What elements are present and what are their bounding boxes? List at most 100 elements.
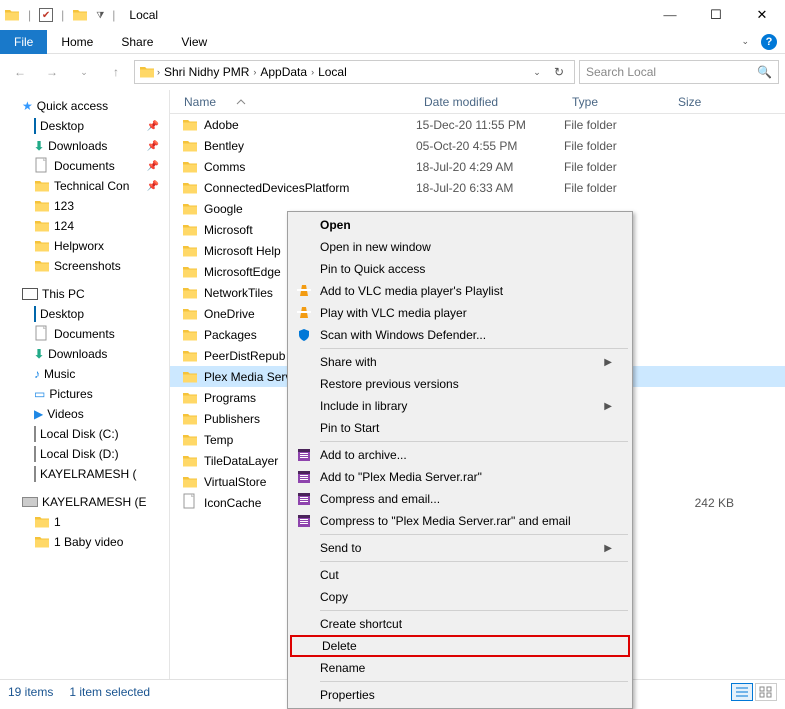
file-row[interactable]: ConnectedDevicesPlatform18-Jul-20 6:33 A… <box>170 177 785 198</box>
ctx-pin-quick-access[interactable]: Pin to Quick access <box>290 258 630 280</box>
ctx-open[interactable]: Open <box>290 214 630 236</box>
sidebar-item[interactable]: KAYELRAMESH ( <box>0 464 169 484</box>
nav-tree: ★ Quick access Desktop📌⬇Downloads📌Docume… <box>0 90 170 679</box>
close-button[interactable]: ✕ <box>739 0 785 30</box>
checkbox-icon[interactable]: ✔ <box>39 8 53 22</box>
tab-share[interactable]: Share <box>107 30 167 54</box>
ctx-open-new-window[interactable]: Open in new window <box>290 236 630 258</box>
dropdown-icon[interactable]: ⧩ <box>96 10 104 21</box>
drive-node[interactable]: KAYELRAMESH (E <box>0 492 169 512</box>
ctx-send-to[interactable]: Send to▶ <box>290 537 630 559</box>
back-button[interactable]: ← <box>6 58 34 86</box>
vlc-icon <box>296 305 312 321</box>
chevron-right-icon[interactable]: › <box>311 67 314 77</box>
file-tab[interactable]: File <box>0 30 47 54</box>
ribbon: File Home Share View ⌄ ? <box>0 30 785 54</box>
sidebar-item[interactable]: Local Disk (D:) <box>0 444 169 464</box>
file-date: 18-Jul-20 6:33 AM <box>416 181 564 195</box>
col-name[interactable]: Name <box>170 90 416 113</box>
chevron-right-icon: ▶ <box>604 357 612 368</box>
sidebar-item[interactable]: ⬇Downloads📌 <box>0 136 169 156</box>
dropdown-icon[interactable]: ⌄ <box>526 61 548 83</box>
ctx-rename[interactable]: Rename <box>290 657 630 679</box>
breadcrumb-seg[interactable]: Shri Nidhy PMR <box>162 65 251 79</box>
minimize-button[interactable]: — <box>647 0 693 30</box>
sidebar-item-label: Screenshots <box>54 259 121 273</box>
selection-count: 1 item selected <box>69 685 150 699</box>
sidebar-item[interactable]: ▭Pictures <box>0 384 169 404</box>
sidebar-item[interactable]: Screenshots <box>0 256 169 276</box>
ctx-pin-start[interactable]: Pin to Start <box>290 417 630 439</box>
file-date: 15-Dec-20 11:55 PM <box>416 118 564 132</box>
file-row[interactable]: Comms18-Jul-20 4:29 AMFile folder <box>170 156 785 177</box>
recent-button[interactable]: ⌄ <box>70 58 98 86</box>
ctx-delete[interactable]: Delete <box>290 635 630 657</box>
help-icon[interactable]: ? <box>761 34 777 50</box>
breadcrumb-seg[interactable]: AppData <box>258 65 309 79</box>
file-icon <box>182 493 198 512</box>
sidebar-item[interactable]: Local Disk (C:) <box>0 424 169 444</box>
file-row[interactable]: Adobe15-Dec-20 11:55 PMFile folder <box>170 114 785 135</box>
file-type: File folder <box>564 139 670 153</box>
item-count: 19 items <box>8 685 53 699</box>
expand-ribbon-icon[interactable]: ⌄ <box>741 36 749 47</box>
drive-icon <box>34 427 36 441</box>
ctx-add-rar[interactable]: Add to "Plex Media Server.rar" <box>290 466 630 488</box>
col-date[interactable]: Date modified <box>416 90 564 113</box>
tab-home[interactable]: Home <box>47 30 107 54</box>
icons-view-button[interactable] <box>755 683 777 701</box>
sidebar-item[interactable]: 124 <box>0 216 169 236</box>
up-button[interactable]: ↑ <box>102 58 130 86</box>
ctx-vlc-play[interactable]: Play with VLC media player <box>290 302 630 324</box>
sidebar-item[interactable]: Desktop <box>0 304 169 324</box>
separator <box>320 681 628 682</box>
ctx-compress-rar-email[interactable]: Compress to "Plex Media Server.rar" and … <box>290 510 630 532</box>
breadcrumb-seg[interactable]: Local <box>316 65 349 79</box>
ctx-add-archive[interactable]: Add to archive... <box>290 444 630 466</box>
sidebar-item[interactable]: ⬇Downloads <box>0 344 169 364</box>
file-row[interactable]: Bentley05-Oct-20 4:55 PMFile folder <box>170 135 785 156</box>
sidebar-item[interactable]: 123 <box>0 196 169 216</box>
search-icon[interactable]: 🔍 <box>757 65 772 79</box>
ctx-vlc-playlist[interactable]: Add to VLC media player's Playlist <box>290 280 630 302</box>
sidebar-item[interactable]: Technical Con📌 <box>0 176 169 196</box>
file-name: IconCache <box>204 496 261 510</box>
quick-access-node[interactable]: ★ Quick access <box>0 96 169 116</box>
forward-button[interactable]: → <box>38 58 66 86</box>
sidebar-item-label: KAYELRAMESH ( <box>40 467 136 481</box>
winrar-icon <box>296 491 312 507</box>
sidebar-item[interactable]: ▶Videos <box>0 404 169 424</box>
this-pc-node[interactable]: This PC <box>0 284 169 304</box>
sidebar-item[interactable]: Documents📌 <box>0 156 169 176</box>
ctx-compress-email[interactable]: Compress and email... <box>290 488 630 510</box>
sidebar-item[interactable]: ♪Music <box>0 364 169 384</box>
sidebar-item[interactable]: 1 <box>0 512 169 532</box>
details-view-button[interactable] <box>731 683 753 701</box>
sidebar-item[interactable]: Helpworx <box>0 236 169 256</box>
chevron-right-icon[interactable]: › <box>157 67 160 77</box>
sidebar-item-label: Local Disk (D:) <box>40 447 119 461</box>
col-size[interactable]: Size <box>670 90 740 113</box>
sidebar-item-label: 1 <box>54 515 61 529</box>
folder-icon <box>34 218 50 234</box>
ctx-windows-defender[interactable]: Scan with Windows Defender... <box>290 324 630 346</box>
col-type[interactable]: Type <box>564 90 670 113</box>
ctx-restore-versions[interactable]: Restore previous versions <box>290 373 630 395</box>
sidebar-item[interactable]: Documents <box>0 324 169 344</box>
ctx-create-shortcut[interactable]: Create shortcut <box>290 613 630 635</box>
file-name: OneDrive <box>204 307 255 321</box>
folder-icon <box>182 138 198 154</box>
sidebar-item[interactable]: 1 Baby video <box>0 532 169 552</box>
chevron-right-icon[interactable]: › <box>253 67 256 77</box>
file-type: File folder <box>564 118 670 132</box>
ctx-include-library[interactable]: Include in library▶ <box>290 395 630 417</box>
sidebar-item[interactable]: Desktop📌 <box>0 116 169 136</box>
refresh-icon[interactable]: ↻ <box>548 61 570 83</box>
search-input[interactable]: Search Local 🔍 <box>579 60 779 84</box>
tab-view[interactable]: View <box>167 30 221 54</box>
ctx-copy[interactable]: Copy <box>290 586 630 608</box>
maximize-button[interactable]: ☐ <box>693 0 739 30</box>
address-bar[interactable]: › Shri Nidhy PMR › AppData › Local ⌄ ↻ <box>134 60 575 84</box>
ctx-share-with[interactable]: Share with▶ <box>290 351 630 373</box>
ctx-cut[interactable]: Cut <box>290 564 630 586</box>
